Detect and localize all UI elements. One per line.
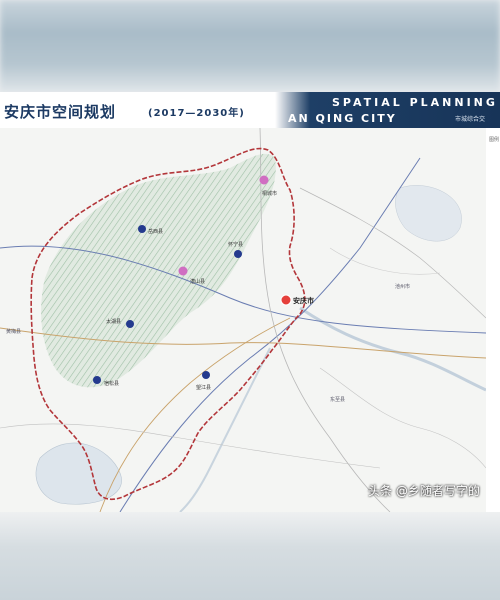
city-marker-anqing — [280, 294, 292, 306]
label-susong: 宿松县 — [104, 381, 120, 387]
label-qianshan: 潜山县 — [190, 279, 206, 285]
legend-panel — [486, 128, 500, 512]
label-anqing: 安庆市 — [293, 297, 314, 305]
label-wangjiang: 望江县 — [196, 385, 212, 391]
marker-layer — [93, 175, 292, 384]
map-title-english-line2: AN QING CITY — [288, 112, 397, 125]
map-title: 安庆市空间规划 — [4, 103, 117, 121]
watermark-text: 头条 @乡随者写字的 — [368, 484, 480, 498]
county-marker-taihu — [126, 320, 134, 328]
blurred-background-top — [0, 0, 500, 92]
secondary-marker-qianshan — [178, 266, 188, 276]
label-dongzhi: 东至县 — [330, 397, 346, 403]
map-title-years: (2017—2030年) — [148, 108, 245, 119]
map-title-english-line1: SPATIAL PLANNING — [332, 96, 498, 109]
label-tongcheng: 桐城市 — [262, 191, 278, 197]
county-marker-huaining — [234, 250, 242, 258]
county-marker-susong — [93, 376, 101, 384]
legend-title: 图例 — [489, 137, 500, 143]
map-subtitle: 市城综合交 — [455, 116, 486, 123]
label-yuexi: 岳西县 — [148, 229, 164, 235]
label-taihu: 太湖县 — [106, 319, 122, 325]
label-huaining: 怀宁县 — [228, 242, 244, 248]
blurred-background-bottom — [0, 512, 500, 600]
label-huangmei: 黄梅县 — [6, 329, 22, 335]
map-poster: 安庆市空间规划 (2017—2030年) SPATIAL PLANNING AN… — [0, 92, 500, 512]
title-bar: 安庆市空间规划 (2017—2030年) SPATIAL PLANNING AN… — [0, 92, 500, 128]
county-marker-yuexi — [138, 225, 146, 233]
map-canvas: 安庆市 太湖县 宿松县 望江县 潜山县 桐城市 岳西县 怀宁县 东至县 池州市 … — [0, 127, 487, 512]
label-chizhou: 池州市 — [395, 284, 411, 290]
secondary-marker-tongcheng — [259, 175, 269, 185]
county-marker-wangjiang — [202, 371, 210, 379]
